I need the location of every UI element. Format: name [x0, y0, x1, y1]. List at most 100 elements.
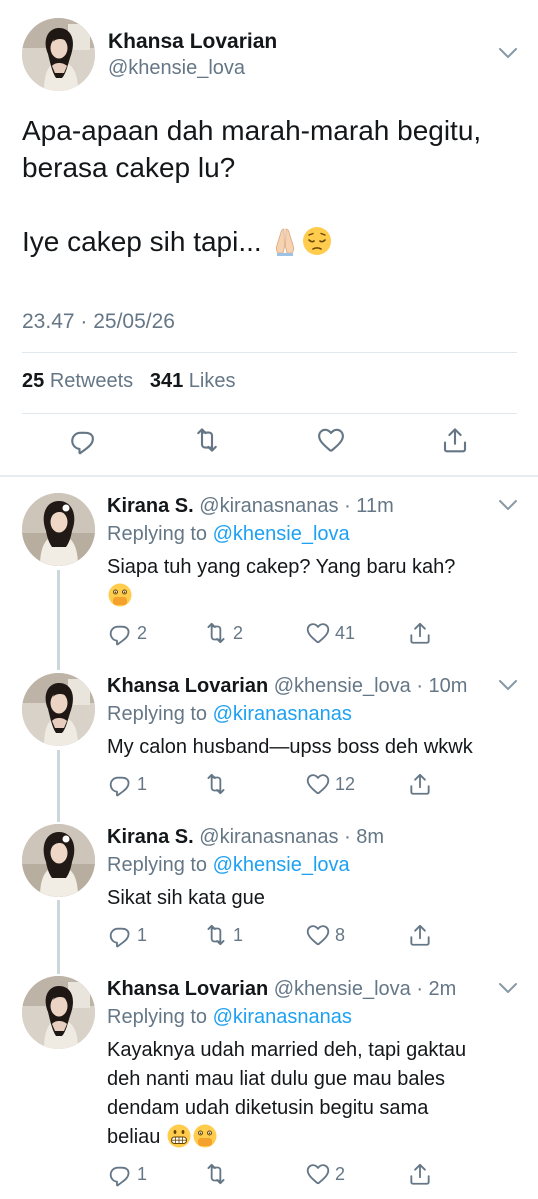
reply-text-line: beliau — [107, 1126, 161, 1148]
likes-label: Likes — [188, 370, 236, 392]
replying-to: Replying to @kiranasnanas — [107, 1006, 352, 1029]
chevron-down-icon[interactable] — [497, 981, 519, 995]
like-count: 2 — [335, 1163, 346, 1184]
reply-text: Siapa tuh yang cakep? Yang baru kah? — [107, 553, 517, 617]
reply-count: 1 — [137, 924, 148, 945]
retweet-count: 2 — [233, 622, 244, 643]
avatar[interactable] — [22, 976, 95, 1049]
author-handle[interactable]: @khensie_lova — [108, 57, 245, 80]
share-button[interactable] — [407, 620, 437, 646]
reply-icon[interactable] — [68, 425, 98, 455]
chevron-down-icon[interactable] — [497, 498, 519, 512]
likes-count: 341 — [149, 370, 184, 392]
replying-to-link[interactable]: @kiranasnanas — [213, 703, 352, 725]
author-meta[interactable]: @khensie_lova · 2m — [274, 978, 457, 1000]
reply-actions: 2 2 41 — [107, 620, 527, 648]
like-count: 8 — [335, 924, 346, 945]
tweet-timestamp[interactable]: 23.47 · 25/05/26 — [22, 310, 175, 334]
retweet-icon[interactable] — [192, 425, 222, 455]
reply-text: Kayaknya udah married deh, tapi gaktau d… — [107, 1036, 517, 1158]
replying-to-link[interactable]: @khensie_lova — [213, 523, 350, 545]
tweet-text-fragment: Iye cakep sih tapi... — [22, 226, 262, 257]
author-name[interactable]: Kirana S. — [107, 495, 194, 517]
replying-to-link[interactable]: @kiranasnanas — [213, 1006, 352, 1028]
retweet-button[interactable]: 1 — [203, 922, 243, 948]
share-button[interactable] — [407, 922, 437, 948]
chevron-down-icon[interactable] — [497, 678, 519, 692]
reply-icon — [107, 1161, 133, 1187]
folded-hands-emoji — [269, 225, 301, 266]
replying-prefix: Replying to — [107, 854, 208, 876]
reply-actions: 1 2 — [107, 1161, 527, 1189]
like-icon — [305, 1161, 331, 1187]
like-button[interactable]: 41 — [305, 620, 355, 646]
author-name[interactable]: Khansa Lovarian — [107, 978, 268, 1000]
share-icon[interactable] — [440, 425, 470, 455]
author-name[interactable]: Kirana S. — [107, 826, 194, 848]
reply-header: Kirana S. @kiranasnanas · 8m — [107, 826, 384, 849]
like-button[interactable]: 2 — [305, 1161, 345, 1187]
reply-header: Khansa Lovarian @khensie_lova · 2m — [107, 978, 456, 1001]
section-divider — [0, 475, 538, 477]
face-with-open-eyes-and-hand-over-mouth-emoji — [107, 582, 133, 617]
share-icon — [407, 771, 433, 797]
reply-actions: 1 1 8 — [107, 922, 527, 950]
author-meta[interactable]: @kiranasnanas · 11m — [199, 495, 393, 517]
avatar[interactable] — [22, 18, 95, 91]
likes-stat[interactable]: 341 Likes — [150, 370, 236, 392]
share-icon — [407, 922, 433, 948]
reply-text-line: deh nanti mau liat dulu gue mau bales — [107, 1068, 446, 1090]
chevron-down-icon[interactable] — [497, 46, 519, 60]
retweet-button[interactable] — [203, 1161, 233, 1187]
replying-prefix: Replying to — [107, 703, 208, 725]
author-meta[interactable]: @kiranasnanas · 8m — [199, 826, 384, 848]
replying-to-link[interactable]: @khensie_lova — [213, 854, 350, 876]
reply-text: My calon husband—upss boss deh wkwk — [107, 736, 473, 758]
reply-icon — [107, 771, 133, 797]
like-count: 12 — [335, 773, 356, 794]
reply-button[interactable]: 1 — [107, 771, 147, 797]
replying-to: Replying to @kiranasnanas — [107, 703, 352, 726]
retweet-button[interactable]: 2 — [203, 620, 243, 646]
share-button[interactable] — [407, 771, 437, 797]
reply-header: Kirana S. @kiranasnanas · 11m — [107, 495, 394, 518]
replying-to: Replying to @khensie_lova — [107, 523, 350, 546]
reply-count: 2 — [137, 622, 148, 643]
author-meta[interactable]: @khensie_lova · 10m — [274, 675, 468, 697]
tweet-stats: 25 Retweets 341 Likes — [22, 370, 236, 393]
avatar[interactable] — [22, 673, 95, 746]
thread-line — [57, 900, 60, 974]
author-name[interactable]: Khansa Lovarian — [108, 30, 277, 54]
retweet-button[interactable] — [203, 771, 233, 797]
reply-button[interactable]: 2 — [107, 620, 147, 646]
thread-line — [57, 570, 60, 670]
reply-actions: 1 12 — [107, 771, 527, 799]
retweet-icon — [203, 620, 229, 646]
reply-button[interactable]: 1 — [107, 1161, 147, 1187]
divider — [22, 413, 517, 414]
retweet-icon — [203, 1161, 229, 1187]
pensive-face-emoji — [301, 225, 333, 266]
reply-text-line: Kayaknya udah married deh, tapi gaktau — [107, 1039, 467, 1061]
avatar[interactable] — [22, 493, 95, 566]
face-with-open-eyes-and-hand-over-mouth-emoji — [192, 1123, 218, 1158]
like-button[interactable]: 12 — [305, 771, 355, 797]
tweet-text: Apa-apaan dah marah-marah begitu, berasa… — [22, 112, 522, 266]
like-icon — [305, 771, 331, 797]
reply-icon — [107, 922, 133, 948]
like-icon — [305, 922, 331, 948]
reply-count: 1 — [137, 1163, 148, 1184]
author-name[interactable]: Khansa Lovarian — [107, 675, 268, 697]
retweets-stat[interactable]: 25 Retweets — [22, 370, 133, 392]
like-button[interactable]: 8 — [305, 922, 345, 948]
divider — [22, 352, 517, 353]
reply-icon — [107, 620, 133, 646]
replying-to: Replying to @khensie_lova — [107, 854, 350, 877]
share-button[interactable] — [407, 1161, 437, 1187]
tweet-actions — [0, 425, 538, 465]
reply-button[interactable]: 1 — [107, 922, 147, 948]
avatar[interactable] — [22, 824, 95, 897]
retweets-count: 25 — [22, 370, 45, 392]
like-icon[interactable] — [316, 425, 346, 455]
reply-text-line: dendam udah diketusin begitu sama — [107, 1097, 429, 1119]
